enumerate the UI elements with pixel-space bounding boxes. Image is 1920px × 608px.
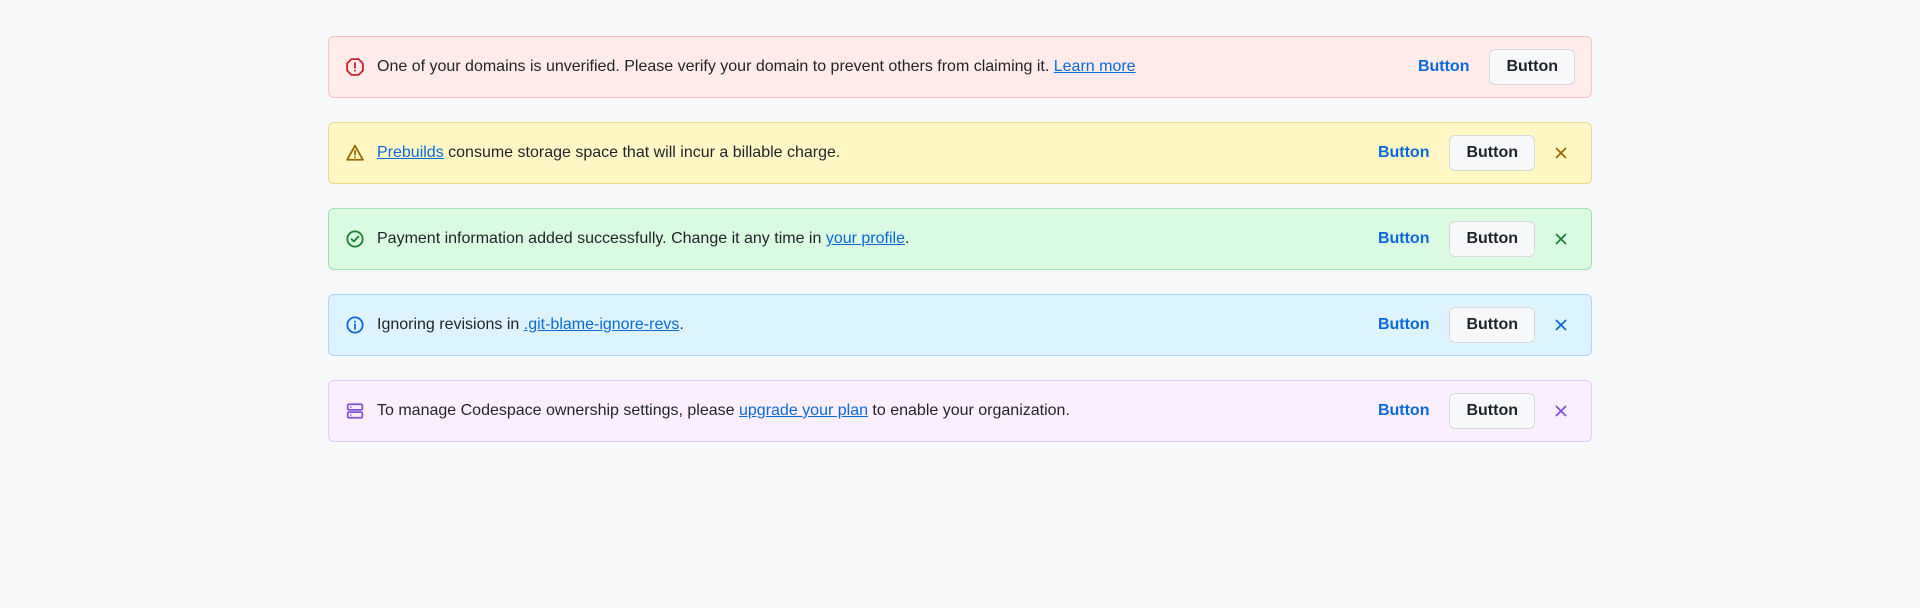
message-text-before: To manage Codespace ownership settings, … [377, 402, 739, 419]
banner-message: Ignoring revisions in .git-blame-ignore-… [377, 313, 1358, 337]
message-text-before: Payment information added successfully. … [377, 230, 826, 247]
secondary-button[interactable]: Button [1370, 398, 1438, 424]
secondary-button[interactable]: Button [1370, 140, 1438, 166]
banner-list: One of your domains is unverified. Pleas… [328, 36, 1592, 442]
banner-warning: Prebuilds consume storage space that wil… [328, 122, 1592, 184]
banner-message: To manage Codespace ownership settings, … [377, 399, 1358, 423]
primary-button[interactable]: Button [1449, 135, 1535, 171]
message-text-before: Ignoring revisions in [377, 316, 524, 333]
message-link[interactable]: Learn more [1054, 58, 1136, 75]
message-text-after: . [905, 230, 909, 247]
primary-button[interactable]: Button [1449, 221, 1535, 257]
message-text-after: to enable your organization. [868, 402, 1070, 419]
banner-actions: Button Button [1370, 135, 1575, 171]
close-icon [1553, 145, 1569, 161]
banner-success: Payment information added successfully. … [328, 208, 1592, 270]
message-text-before: One of your domains is unverified. Pleas… [377, 58, 1054, 75]
message-text-after: . [679, 316, 683, 333]
message-link[interactable]: your profile [826, 230, 905, 247]
close-button[interactable] [1547, 397, 1575, 425]
stop-icon [345, 57, 365, 77]
info-icon [345, 315, 365, 335]
primary-button[interactable]: Button [1449, 307, 1535, 343]
banner-actions: Button Button [1370, 221, 1575, 257]
close-icon [1553, 403, 1569, 419]
primary-button[interactable]: Button [1449, 393, 1535, 429]
banner-actions: Button Button [1370, 307, 1575, 343]
close-button[interactable] [1547, 225, 1575, 253]
message-link[interactable]: Prebuilds [377, 144, 444, 161]
message-text-after: consume storage space that will incur a … [444, 144, 841, 161]
banner-info: Ignoring revisions in .git-blame-ignore-… [328, 294, 1592, 356]
banner-message: Payment information added successfully. … [377, 227, 1358, 251]
server-icon [345, 401, 365, 421]
alert-icon [345, 143, 365, 163]
secondary-button[interactable]: Button [1370, 226, 1438, 252]
close-icon [1553, 231, 1569, 247]
message-link[interactable]: upgrade your plan [739, 402, 868, 419]
close-icon [1553, 317, 1569, 333]
check-circle-icon [345, 229, 365, 249]
close-button[interactable] [1547, 139, 1575, 167]
secondary-button[interactable]: Button [1370, 312, 1438, 338]
message-link[interactable]: .git-blame-ignore-revs [524, 316, 680, 333]
secondary-button[interactable]: Button [1410, 54, 1478, 80]
close-button[interactable] [1547, 311, 1575, 339]
banner-actions: Button Button [1410, 49, 1575, 85]
banner-message: Prebuilds consume storage space that wil… [377, 141, 1358, 165]
banner-actions: Button Button [1370, 393, 1575, 429]
banner-critical: One of your domains is unverified. Pleas… [328, 36, 1592, 98]
banner-message: One of your domains is unverified. Pleas… [377, 55, 1398, 79]
banner-upsell: To manage Codespace ownership settings, … [328, 380, 1592, 442]
primary-button[interactable]: Button [1489, 49, 1575, 85]
